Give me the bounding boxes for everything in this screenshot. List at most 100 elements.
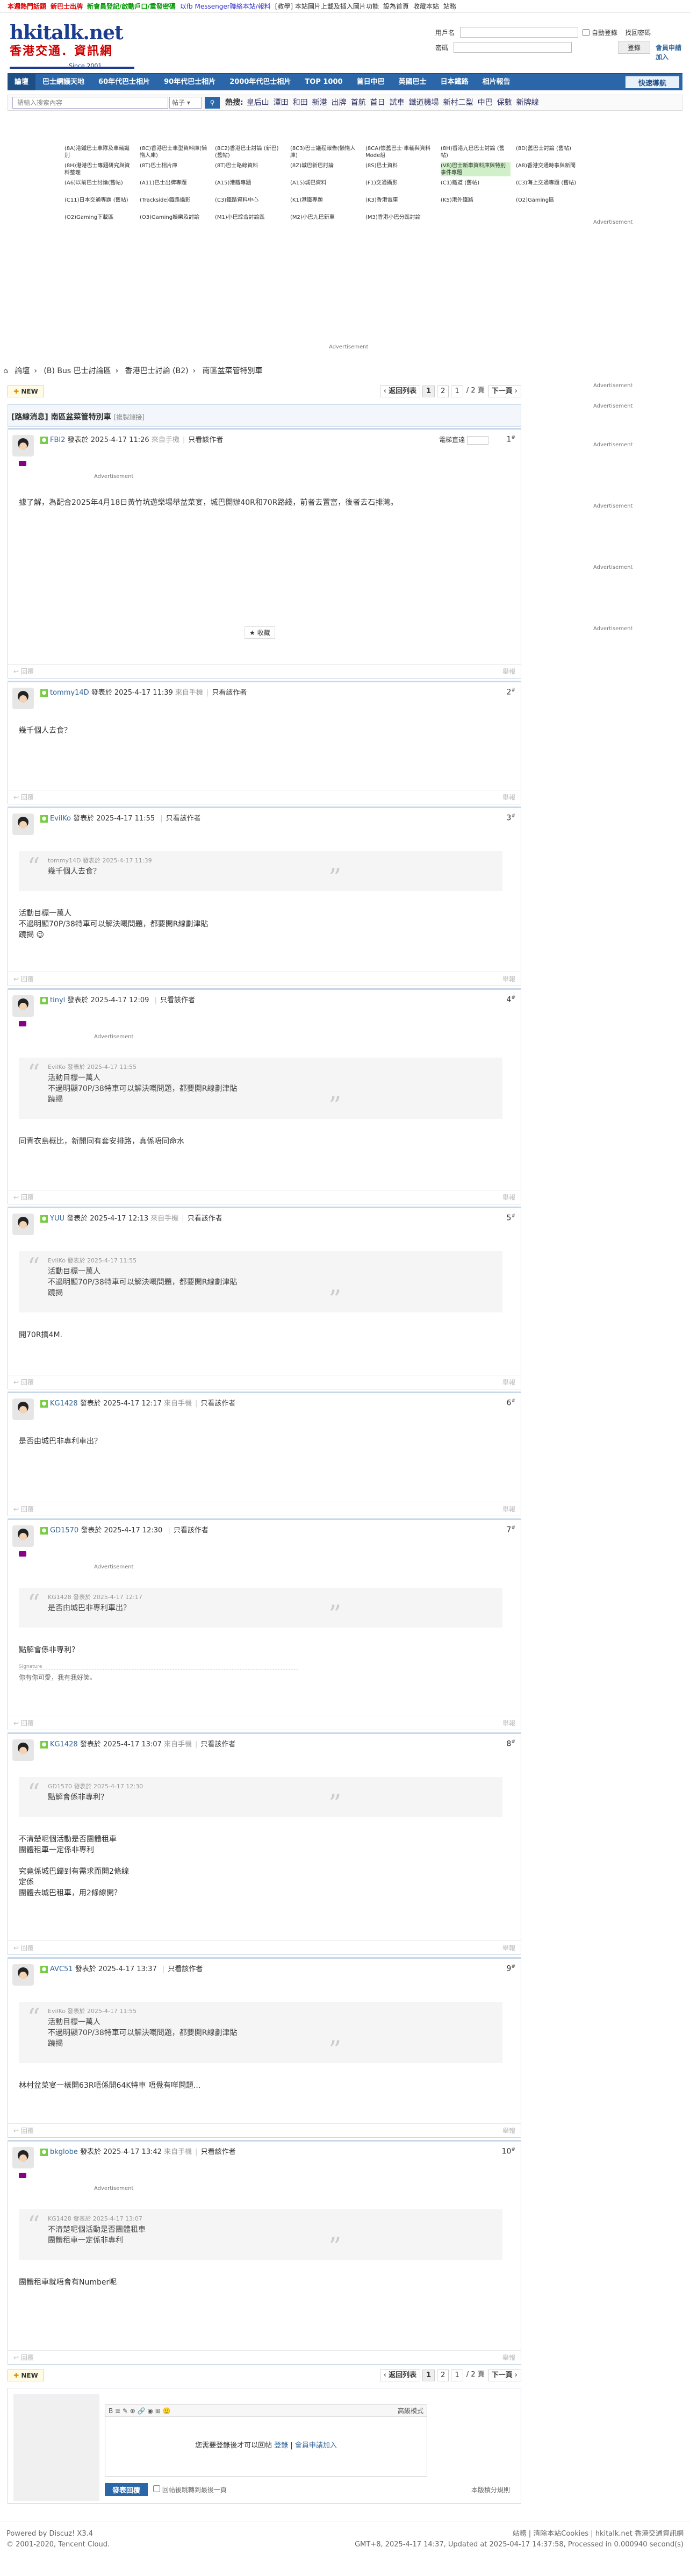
password-input[interactable]	[454, 42, 572, 53]
forum-link[interactable]: (Trackside)鐵路攝影	[140, 197, 210, 204]
forum-link[interactable]: (8A)港鐵巴士車隊及車輛識別	[64, 145, 134, 159]
username-link[interactable]: EvilKo	[50, 815, 71, 823]
quick-nav-button[interactable]: 快速導航	[626, 76, 679, 88]
hot-search-link[interactable]: 鐵道機場	[409, 98, 439, 107]
user-avatar[interactable]	[12, 1964, 34, 1986]
advanced-mode-link[interactable]: 高級模式	[398, 2405, 423, 2417]
forum-link[interactable]: (M2)小巴九巴新車	[290, 214, 360, 221]
quote-header-link[interactable]: GD1570 發表於 2025-4-17 12:30	[48, 1781, 502, 1792]
username-link[interactable]: GD1570	[50, 1526, 78, 1535]
forum-link[interactable]: (K1)港鐵專題	[290, 197, 360, 204]
forum-link[interactable]: (K5)港外鐵路	[441, 197, 511, 204]
new-thread-button[interactable]: ✚ NEW	[8, 2370, 44, 2381]
hot-search-link[interactable]: 和田	[293, 98, 308, 107]
top-link[interactable]: 站務	[443, 0, 456, 13]
login-button[interactable]: 登錄	[618, 41, 650, 54]
hot-search-link[interactable]: 皇后山	[247, 98, 269, 107]
top-link[interactable]: 新巴士出牌	[51, 0, 83, 13]
report-link[interactable]: 舉報	[502, 790, 515, 804]
page-input[interactable]: 1	[451, 2370, 463, 2381]
reply-register-link[interactable]: 會員申請加入	[295, 2442, 337, 2450]
forum-link[interactable]: (A15)港鐵專題	[215, 180, 285, 187]
breadcrumb-item[interactable]: 論壇	[15, 367, 30, 375]
top-link[interactable]: 本週熱門話題	[8, 0, 46, 13]
forum-link[interactable]: (8C)香港巴士車型資料庫(懶惰人庫)	[140, 145, 210, 159]
breadcrumb-item[interactable]: (B) Bus 巴士討論區	[44, 367, 111, 375]
only-author-link[interactable]: 只看該作者	[200, 1400, 235, 1408]
user-avatar[interactable]	[12, 688, 34, 709]
only-author-link[interactable]: 只看該作者	[212, 689, 247, 697]
nav-item[interactable]: 60年代巴士相片	[91, 74, 157, 90]
forum-link[interactable]: (K3)香港電車	[365, 197, 435, 204]
site-logo[interactable]: hkitalk.net 香港交通．資訊網 Since 2001	[10, 22, 139, 69]
forum-link[interactable]: (8CA)懷舊巴士·車輛與資料Mode組	[365, 145, 435, 159]
user-avatar[interactable]	[12, 1398, 34, 1420]
nav-item[interactable]: 相片報告	[476, 74, 518, 90]
hot-search-link[interactable]: 試車	[390, 98, 405, 107]
collect-button[interactable]: ★ 收藏	[245, 626, 275, 639]
hot-search-link[interactable]: 新港	[312, 98, 327, 107]
page-1[interactable]: 1	[422, 386, 435, 397]
new-thread-button[interactable]: ✚ NEW	[8, 386, 44, 397]
username-link[interactable]: tommy14D	[50, 689, 89, 697]
breadcrumb-item[interactable]: 香港巴士討論 (B2)	[125, 367, 189, 375]
reply-link[interactable]: ↩ 回覆	[13, 1941, 34, 1955]
nav-item[interactable]: 90年代巴士相片	[157, 74, 222, 90]
page-1[interactable]: 1	[422, 2370, 435, 2381]
nav-item[interactable]: 巴士網議天地	[35, 74, 91, 90]
copy-link[interactable]: [複製鏈接]	[114, 413, 145, 421]
only-author-link[interactable]: 只看該作者	[174, 1526, 209, 1535]
username-link[interactable]: KG1428	[50, 1740, 78, 1749]
only-author-link[interactable]: 只看該作者	[168, 1965, 203, 1973]
footer-links[interactable]: 站務 | 清除本站Cookies | hkitalk.net 香港交通資訊網	[355, 2529, 684, 2539]
nav-item[interactable]: 2000年代巴士相片	[222, 74, 298, 90]
reply-link[interactable]: ↩ 回覆	[13, 972, 34, 986]
reply-login-link[interactable]: 登錄	[274, 2442, 288, 2450]
only-author-link[interactable]: 只看該作者	[200, 1740, 235, 1749]
nav-item[interactable]: 日本鐵路	[434, 74, 476, 90]
username-link[interactable]: KG1428	[50, 1400, 78, 1408]
jump-floor-input[interactable]	[467, 436, 488, 445]
hot-search-link[interactable]: 新牌線	[516, 98, 539, 107]
floor-number[interactable]: 9#	[507, 1964, 515, 1973]
reply-editor[interactable]: B ≡ ✎ ⊕ 🔗 ◉ ⊞ 🙂 高級模式 您需要登錄後才可以回帖 登錄 | 會員申…	[105, 2404, 427, 2477]
only-author-link[interactable]: 只看該作者	[201, 2148, 236, 2156]
report-link[interactable]: 舉報	[502, 1716, 515, 1730]
jump-to-last-option[interactable]: 回帖後跳轉到最後一頁	[153, 2485, 227, 2494]
hot-search-link[interactable]: 保數	[497, 98, 512, 107]
nav-item[interactable]: TOP 1000	[298, 74, 349, 90]
reply-link[interactable]: ↩ 回覆	[13, 2124, 34, 2138]
quote-header-link[interactable]: KG1428 發表於 2025-4-17 12:17	[48, 1592, 502, 1603]
forum-link[interactable]: (C3)海上交通專題 (舊帖)	[516, 180, 586, 187]
powered-by[interactable]: Powered by Discuz! X3.4	[6, 2529, 110, 2539]
forum-link[interactable]: (C1)鐵道 (舊帖)	[441, 180, 511, 187]
forum-link[interactable]: (V8)巴士新車資料庫與特別事件專題	[441, 162, 511, 176]
floor-number[interactable]: 2#	[507, 688, 515, 697]
only-author-link[interactable]: 只看該作者	[188, 1215, 222, 1223]
top-link[interactable]: 以fb Messenger聯絡本站/報料	[180, 0, 271, 13]
username-input[interactable]	[460, 27, 579, 38]
forum-link[interactable]: (M1)小巴綜合討論區	[215, 214, 285, 221]
top-link[interactable]: 收藏本站	[413, 0, 439, 13]
hot-search-link[interactable]: 潭田	[274, 98, 289, 107]
report-link[interactable]: 舉報	[502, 2124, 515, 2138]
page-input[interactable]: 1	[451, 386, 463, 397]
search-icon[interactable]: ⚲	[205, 97, 220, 109]
forum-link[interactable]: (8T)巴士相片庫	[140, 162, 210, 169]
forum-link[interactable]: (A15)城巴資料	[290, 180, 360, 187]
forum-link[interactable]: (C11)日本交通專題 (舊帖)	[64, 197, 134, 204]
forum-link[interactable]: (8T)巴士路線資料	[215, 162, 285, 169]
hot-search-link[interactable]: 首日	[370, 98, 385, 107]
username-link[interactable]: bkglobe	[50, 2148, 78, 2156]
back-to-list-link[interactable]: ‹ 返回列表	[379, 2370, 421, 2381]
user-avatar[interactable]	[12, 2147, 34, 2168]
submit-reply-button[interactable]: 發表回覆	[105, 2483, 148, 2496]
register-link[interactable]: 會員申請加入	[656, 43, 682, 61]
floor-number[interactable]: 10#	[502, 2147, 515, 2156]
quote-header-link[interactable]: EvilKo 發表於 2025-4-17 11:55	[48, 1062, 502, 1073]
hot-search-link[interactable]: 中巴	[478, 98, 493, 107]
floor-number[interactable]: 1#	[507, 435, 515, 444]
forum-link[interactable]: (O2)Gaming區	[516, 197, 586, 204]
jump-to-floor[interactable]: 電梯直達	[439, 435, 488, 445]
only-author-link[interactable]: 只看該作者	[188, 436, 223, 444]
